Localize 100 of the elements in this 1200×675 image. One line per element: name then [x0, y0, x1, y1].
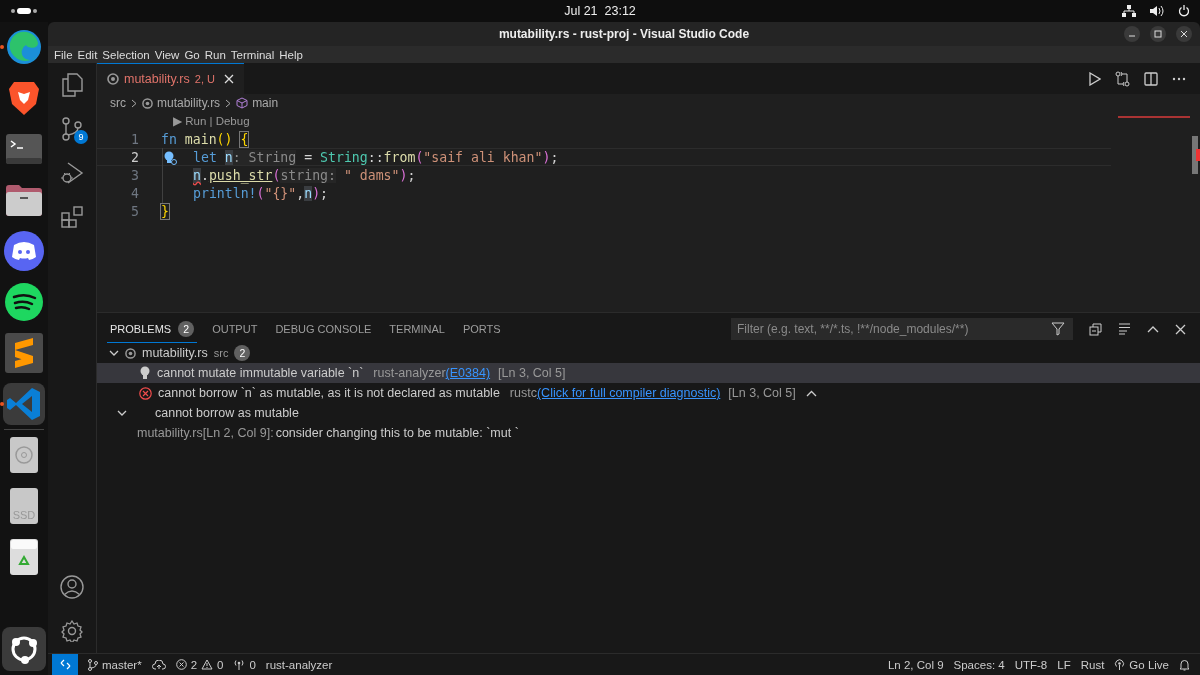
list-view-icon[interactable] — [1118, 323, 1131, 335]
error-code-link[interactable]: (E0384) — [445, 366, 491, 380]
chevron-right-icon — [225, 98, 232, 108]
maximize-icon — [1154, 30, 1162, 38]
breadcrumb[interactable]: main — [236, 96, 279, 110]
chevron-down-icon[interactable] — [117, 410, 127, 416]
status-item[interactable]: UTF-8 — [1014, 658, 1048, 671]
panel-tab[interactable]: PORTS — [459, 317, 504, 341]
scrollbar[interactable] — [1192, 136, 1198, 174]
string-literal: "saif ali khan" — [423, 149, 543, 165]
minimize-button[interactable] — [1124, 26, 1140, 42]
problem-file-row[interactable]: mutability.rs src 2 — [97, 343, 1200, 363]
close-button[interactable] — [1176, 26, 1192, 42]
editor-tab[interactable]: mutability.rs 2, U — [97, 63, 244, 94]
code-text: ( — [272, 167, 281, 183]
swirl-icon — [6, 29, 42, 65]
variable-name: n — [193, 167, 201, 183]
code-text: = — [303, 149, 314, 165]
branch-icon — [88, 658, 98, 671]
trash-icon — [10, 539, 38, 575]
remote-button[interactable] — [52, 654, 78, 675]
status-item[interactable]: Rust — [1080, 658, 1105, 671]
dock-app[interactable] — [3, 332, 45, 374]
menu-item[interactable]: Terminal — [230, 48, 275, 61]
compare-changes-icon[interactable] — [1115, 70, 1130, 87]
network-icon[interactable] — [1122, 5, 1136, 17]
collapse-all-icon[interactable] — [1089, 322, 1102, 336]
type-name: String — [320, 149, 368, 165]
status-item[interactable]: Spaces: 4 — [953, 658, 1005, 671]
error-code-link[interactable]: (Click for full compiler diagnostic) — [536, 386, 721, 400]
panel-tab[interactable]: OUTPUT — [209, 317, 261, 341]
language-server-status[interactable]: rust-analyzer — [265, 658, 333, 671]
more-actions-icon[interactable] — [1172, 76, 1186, 81]
code-text: ; — [320, 185, 329, 201]
close-icon[interactable] — [1175, 323, 1186, 335]
problem-source: rust-analyzer — [373, 366, 446, 380]
breadcrumb[interactable]: mutability.rs — [142, 96, 221, 110]
status-item[interactable]: Ln 2, Col 9 — [887, 658, 944, 671]
error-icon — [139, 386, 152, 400]
code-text: . — [200, 167, 209, 183]
line-number: 5 — [130, 203, 139, 219]
filter-field[interactable]: Filter (e.g. text, **/*.ts, !**/node_modules/**) — [731, 318, 1073, 340]
show-apps-button[interactable] — [2, 627, 46, 671]
notifications-icon[interactable] — [1179, 658, 1190, 671]
code-text: () — [216, 131, 234, 147]
rust-file-icon — [142, 97, 153, 109]
workspaces-indicator-icon[interactable] — [10, 7, 38, 15]
cloud-sync-icon[interactable] — [151, 659, 166, 670]
menu-item[interactable]: Edit — [77, 48, 98, 61]
code-text: ; — [407, 167, 416, 183]
files-icon — [61, 73, 83, 97]
branch-status[interactable]: master* — [88, 658, 142, 671]
expand-toggle-icon[interactable] — [805, 389, 817, 397]
menu-item[interactable]: Help — [279, 48, 303, 61]
go-live-button[interactable]: Go Live — [1114, 658, 1169, 671]
dock-app[interactable] — [3, 281, 45, 323]
ports-status[interactable]: 0 — [233, 658, 256, 671]
problem-message: cannot borrow `n` as mutable, as it is not declared as mutable — [158, 386, 500, 400]
lightbulb-icon[interactable] — [163, 150, 177, 165]
maximize-button[interactable] — [1150, 26, 1166, 42]
inlay-hint: : String — [232, 149, 297, 165]
clock[interactable]: Jul 21 23:12 — [564, 4, 636, 18]
menu-item[interactable]: View — [154, 48, 180, 61]
menu-item[interactable]: Run — [204, 48, 226, 61]
menu-item[interactable]: Selection — [102, 48, 150, 61]
panel-tab[interactable]: TERMINAL — [386, 317, 448, 341]
panel-tab[interactable]: PROBLEMS 2 — [107, 315, 198, 343]
problem-detail: cannot borrow as mutable — [155, 406, 299, 420]
count-badge: 9 — [74, 130, 88, 144]
code-lens[interactable]: ▶ Run | Debug — [173, 114, 250, 128]
related-location[interactable]: mutability.rs[Ln 2, Col 9]: — [137, 426, 274, 440]
inlay-hint: string: — [280, 167, 336, 183]
lion-shield-icon — [8, 80, 40, 116]
power-icon[interactable] — [1178, 5, 1190, 17]
breadcrumb[interactable]: src — [110, 96, 126, 110]
menu-item[interactable]: Go — [184, 48, 200, 61]
volume-icon[interactable] — [1150, 5, 1164, 17]
brace-text: { — [240, 131, 249, 147]
status-item[interactable]: LF — [1057, 658, 1071, 671]
code-text: ( — [415, 149, 424, 165]
dock-app[interactable] — [3, 230, 45, 272]
menu-item[interactable]: File — [54, 48, 73, 61]
line-number: 3 — [130, 167, 139, 183]
code-text: ) — [312, 185, 321, 201]
tab-label: mutability.rs — [124, 72, 190, 86]
line-number: 4 — [130, 185, 139, 201]
close-icon — [1180, 30, 1188, 38]
filter-icon[interactable] — [1051, 322, 1065, 336]
code-text: :: — [367, 149, 384, 165]
play-icon[interactable] — [1089, 71, 1101, 86]
chevron-up-icon[interactable] — [1147, 325, 1159, 333]
keyword-text: let — [193, 149, 218, 165]
activity-bar-item[interactable]: 9 — [48, 107, 96, 151]
close-icon[interactable] — [223, 74, 234, 84]
folder-icon — [6, 184, 42, 216]
problems-status[interactable]: 2 0 — [175, 658, 224, 671]
problem-row[interactable]: cannot borrow `n` as mutable, as it is not declared as mutable rustc(Click for full compiler diagnostic) [Ln 3, Col 5] — [97, 383, 1200, 403]
problem-row[interactable]: cannot mutate immutable variable `n` rust-analyzer(E0384) [Ln 3, Col 5] — [97, 363, 1200, 383]
panel-tab[interactable]: DEBUG CONSOLE — [272, 317, 375, 341]
split-editor-icon[interactable] — [1144, 71, 1158, 86]
